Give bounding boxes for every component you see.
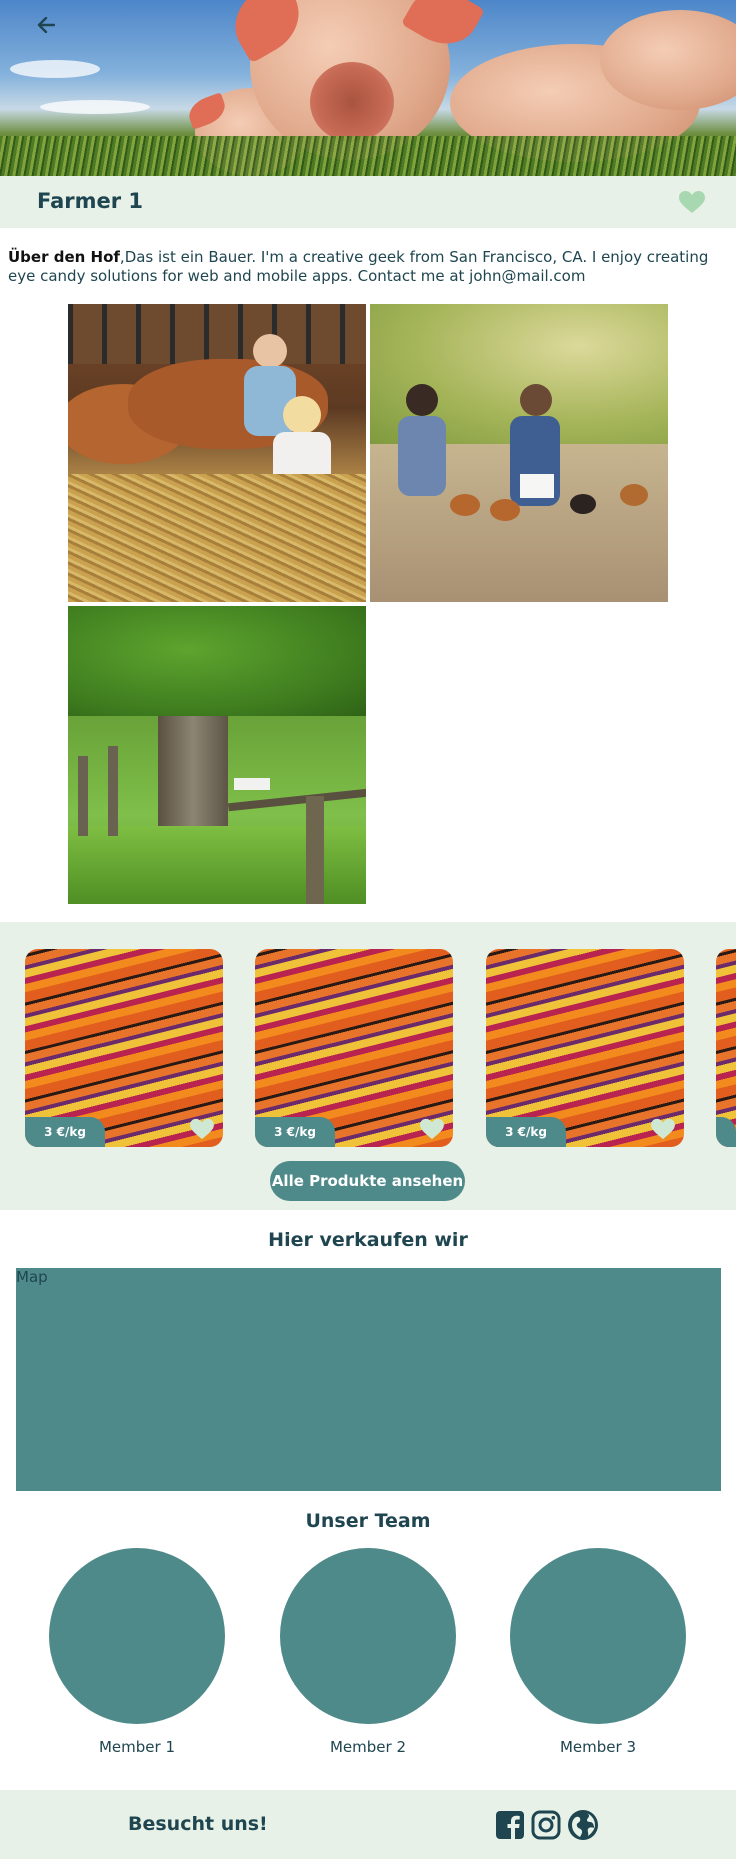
- avatar[interactable]: [280, 1548, 456, 1724]
- heart-icon[interactable]: [189, 1118, 215, 1140]
- map-placeholder-label: Map: [16, 1268, 48, 1286]
- footer-text: Besucht uns!: [128, 1813, 268, 1835]
- product-card[interactable]: 3 €/kg: [486, 949, 684, 1147]
- team-section-title: Unser Team: [305, 1510, 431, 1532]
- about-text: Über den Hof,Das ist ein Bauer. I'm a cr…: [8, 248, 732, 286]
- gallery-image-cows[interactable]: [68, 304, 366, 602]
- footer: Besucht uns!: [0, 1790, 736, 1859]
- product-card[interactable]: 3 €/kg: [25, 949, 223, 1147]
- avatar[interactable]: [510, 1548, 686, 1724]
- title-bar: Farmer 1: [0, 176, 736, 228]
- instagram-icon[interactable]: [530, 1809, 562, 1841]
- price-tag: 3 €/kg: [255, 1117, 335, 1147]
- member-name: Member 2: [329, 1738, 406, 1756]
- map-section-title: Hier verkaufen wir: [268, 1229, 468, 1251]
- member-name: Member 1: [98, 1738, 175, 1756]
- back-button[interactable]: [30, 12, 62, 38]
- facebook-icon[interactable]: [494, 1809, 526, 1841]
- hero-banner: [0, 0, 736, 176]
- heart-icon[interactable]: [419, 1118, 445, 1140]
- products-section: 3 €/kg 3 €/kg 3 €/kg Alle Produkte anseh…: [0, 922, 736, 1210]
- all-products-button[interactable]: Alle Produkte ansehen: [270, 1161, 465, 1201]
- gallery-image-tree[interactable]: [68, 606, 366, 904]
- page-title: Farmer 1: [37, 189, 144, 213]
- team-member[interactable]: Member 1: [49, 1548, 225, 1756]
- price-tag: 3 €/kg: [25, 1117, 105, 1147]
- map[interactable]: Map: [16, 1268, 721, 1491]
- globe-icon[interactable]: [567, 1809, 599, 1841]
- heart-icon[interactable]: [650, 1118, 676, 1140]
- price-tag: [716, 1117, 736, 1147]
- team-member[interactable]: Member 2: [280, 1548, 456, 1756]
- product-card-partial[interactable]: [716, 949, 736, 1147]
- gallery-image-chickens[interactable]: [370, 304, 668, 602]
- arrow-left-icon: [37, 17, 55, 33]
- member-name: Member 3: [559, 1738, 636, 1756]
- about-label: Über den Hof: [8, 248, 120, 266]
- heart-icon[interactable]: [678, 190, 706, 214]
- price-tag: 3 €/kg: [486, 1117, 566, 1147]
- team-member[interactable]: Member 3: [510, 1548, 686, 1756]
- product-card[interactable]: 3 €/kg: [255, 949, 453, 1147]
- avatar[interactable]: [49, 1548, 225, 1724]
